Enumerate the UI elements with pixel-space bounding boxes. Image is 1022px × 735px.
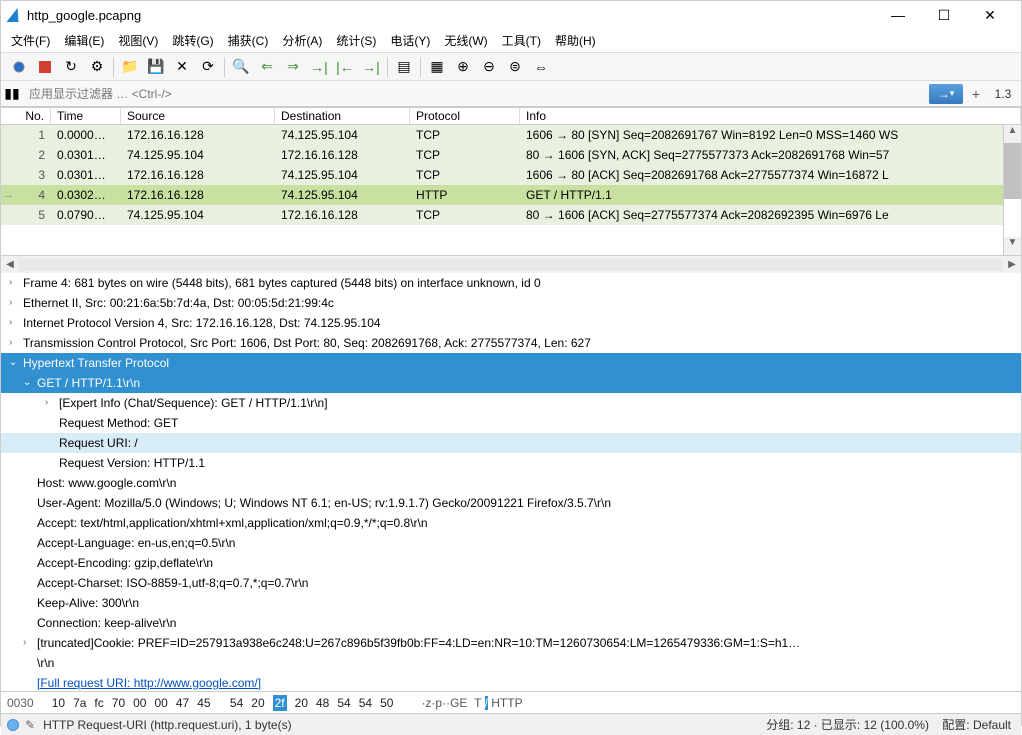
- app-icon: [6, 8, 23, 22]
- menu-item[interactable]: 电话(Y): [390, 32, 430, 49]
- go-to-packet-icon[interactable]: →|: [307, 56, 331, 78]
- col-protocol[interactable]: Protocol: [410, 108, 520, 124]
- menu-item[interactable]: 无线(W): [444, 32, 487, 49]
- restart-capture-icon[interactable]: ↻: [59, 56, 83, 78]
- title-bar: http_google.pcapng — ☐ ✕: [1, 1, 1021, 29]
- close-button[interactable]: ✕: [967, 7, 1013, 24]
- menu-item[interactable]: 编辑(E): [64, 32, 104, 49]
- col-destination[interactable]: Destination: [275, 108, 410, 124]
- detail-row[interactable]: ›[Expert Info (Chat/Sequence): GET / HTT…: [1, 393, 1021, 413]
- start-capture-icon[interactable]: [7, 56, 31, 78]
- stop-capture-icon[interactable]: [33, 56, 57, 78]
- detail-row[interactable]: Accept-Language: en-us,en;q=0.5\r\n: [1, 533, 1021, 553]
- packet-list[interactable]: 10.0000…172.16.16.12874.125.95.104TCP160…: [1, 125, 1021, 255]
- packet-row[interactable]: 20.0301…74.125.95.104172.16.16.128TCP80 …: [1, 145, 1021, 165]
- maximize-button[interactable]: ☐: [921, 7, 967, 24]
- detail-row[interactable]: Accept-Charset: ISO-8859-1,utf-8;q=0.7,*…: [1, 573, 1021, 593]
- zoom-out-icon[interactable]: ⊖: [477, 56, 501, 78]
- menu-item[interactable]: 文件(F): [11, 32, 50, 49]
- detail-row[interactable]: \r\n: [1, 653, 1021, 673]
- menu-item[interactable]: 捕获(C): [228, 32, 269, 49]
- menu-item[interactable]: 视图(V): [118, 32, 158, 49]
- detail-row[interactable]: ›Internet Protocol Version 4, Src: 172.1…: [1, 313, 1021, 333]
- packet-list-hscrollbar[interactable]: ◀▶: [1, 255, 1021, 273]
- packet-row[interactable]: 30.0301…172.16.16.12874.125.95.104TCP160…: [1, 165, 1021, 185]
- detail-row[interactable]: Connection: keep-alive\r\n: [1, 613, 1021, 633]
- col-info[interactable]: Info: [520, 108, 1021, 124]
- menu-item[interactable]: 统计(S): [336, 32, 376, 49]
- go-forward-icon[interactable]: ⇒: [281, 56, 305, 78]
- zoom-reset-icon[interactable]: ⊜: [503, 56, 527, 78]
- detail-row[interactable]: User-Agent: Mozilla/5.0 (Windows; U; Win…: [1, 493, 1021, 513]
- filter-add-button[interactable]: +: [967, 86, 985, 102]
- close-file-icon[interactable]: ✕: [170, 56, 194, 78]
- detail-row[interactable]: ⌄Hypertext Transfer Protocol: [1, 353, 1021, 373]
- menu-item[interactable]: 跳转(G): [172, 32, 213, 49]
- window-title: http_google.pcapng: [27, 8, 875, 23]
- menu-item[interactable]: 分析(A): [282, 32, 322, 49]
- packet-columns-header: No. Time Source Destination Protocol Inf…: [1, 107, 1021, 125]
- detail-row[interactable]: ›Ethernet II, Src: 00:21:6a:5b:7d:4a, Ds…: [1, 293, 1021, 313]
- filter-version: 1.3: [985, 87, 1021, 101]
- detail-row[interactable]: Accept-Encoding: gzip,deflate\r\n: [1, 553, 1021, 573]
- auto-scroll-icon[interactable]: ▤: [392, 56, 416, 78]
- menu-item[interactable]: 帮助(H): [555, 32, 596, 49]
- detail-row[interactable]: Host: www.google.com\r\n: [1, 473, 1021, 493]
- status-tool-icon: ✎: [25, 718, 35, 732]
- resize-columns-icon[interactable]: ⇔: [529, 56, 553, 78]
- find-icon[interactable]: 🔍: [229, 56, 253, 78]
- detail-row[interactable]: Request URI: /: [1, 433, 1021, 453]
- hex-view[interactable]: 0030107afc7000004745 54202f2048545450·z·…: [1, 691, 1021, 713]
- save-file-icon[interactable]: 💾: [144, 56, 168, 78]
- minimize-button[interactable]: —: [875, 7, 921, 23]
- col-time[interactable]: Time: [51, 108, 121, 124]
- detail-row[interactable]: ›Transmission Control Protocol, Src Port…: [1, 333, 1021, 353]
- detail-row[interactable]: ⌄GET / HTTP/1.1\r\n: [1, 373, 1021, 393]
- detail-row[interactable]: ›Frame 4: 681 bytes on wire (5448 bits),…: [1, 273, 1021, 293]
- expert-info-icon[interactable]: [7, 719, 19, 731]
- open-file-icon[interactable]: 📁: [118, 56, 142, 78]
- detail-row[interactable]: Request Version: HTTP/1.1: [1, 453, 1021, 473]
- go-back-icon[interactable]: ⇐: [255, 56, 279, 78]
- status-text: HTTP Request-URI (http.request.uri), 1 b…: [43, 718, 766, 732]
- col-no[interactable]: No.: [1, 108, 51, 124]
- go-first-icon[interactable]: |←: [333, 56, 357, 78]
- packet-details[interactable]: ›Frame 4: 681 bytes on wire (5448 bits),…: [1, 273, 1021, 691]
- detail-row[interactable]: Keep-Alive: 300\r\n: [1, 593, 1021, 613]
- filter-bar: ▮▮ →▾ + 1.3: [1, 81, 1021, 107]
- toolbar: ↻ ⚙ 📁 💾 ✕ ⟳ 🔍 ⇐ ⇒ →| |← →| ▤ ▦ ⊕ ⊖ ⊜ ⇔: [1, 53, 1021, 81]
- display-filter-input[interactable]: [23, 84, 925, 104]
- bookmark-icon[interactable]: ▮▮: [1, 85, 23, 102]
- packet-row[interactable]: →40.0302…172.16.16.12874.125.95.104HTTPG…: [1, 185, 1021, 205]
- col-source[interactable]: Source: [121, 108, 275, 124]
- reload-icon[interactable]: ⟳: [196, 56, 220, 78]
- detail-row[interactable]: Request Method: GET: [1, 413, 1021, 433]
- zoom-in-icon[interactable]: ⊕: [451, 56, 475, 78]
- capture-options-icon[interactable]: ⚙: [85, 56, 109, 78]
- status-bar: ✎ HTTP Request-URI (http.request.uri), 1…: [1, 713, 1021, 735]
- filter-apply-button[interactable]: →▾: [929, 84, 963, 104]
- menu-bar: 文件(F) 编辑(E) 视图(V) 跳转(G) 捕获(C) 分析(A) 统计(S) 电话(Y)…: [1, 29, 1021, 53]
- menu-item[interactable]: 工具(T): [502, 32, 541, 49]
- status-right: 分组: 12 · 已显示: 12 (100.0%) 配置: Default: [766, 716, 1021, 733]
- detail-row[interactable]: Accept: text/html,application/xhtml+xml,…: [1, 513, 1021, 533]
- packet-row[interactable]: 50.0790…74.125.95.104172.16.16.128TCP80 …: [1, 205, 1021, 225]
- packet-list-scrollbar[interactable]: ▲▼: [1003, 125, 1021, 255]
- packet-row[interactable]: 10.0000…172.16.16.12874.125.95.104TCP160…: [1, 125, 1021, 145]
- detail-row[interactable]: ›[truncated]Cookie: PREF=ID=257913a938e6…: [1, 633, 1021, 653]
- go-last-icon[interactable]: →|: [359, 56, 383, 78]
- detail-row[interactable]: [Full request URI: http://www.google.com…: [1, 673, 1021, 691]
- colorize-icon[interactable]: ▦: [425, 56, 449, 78]
